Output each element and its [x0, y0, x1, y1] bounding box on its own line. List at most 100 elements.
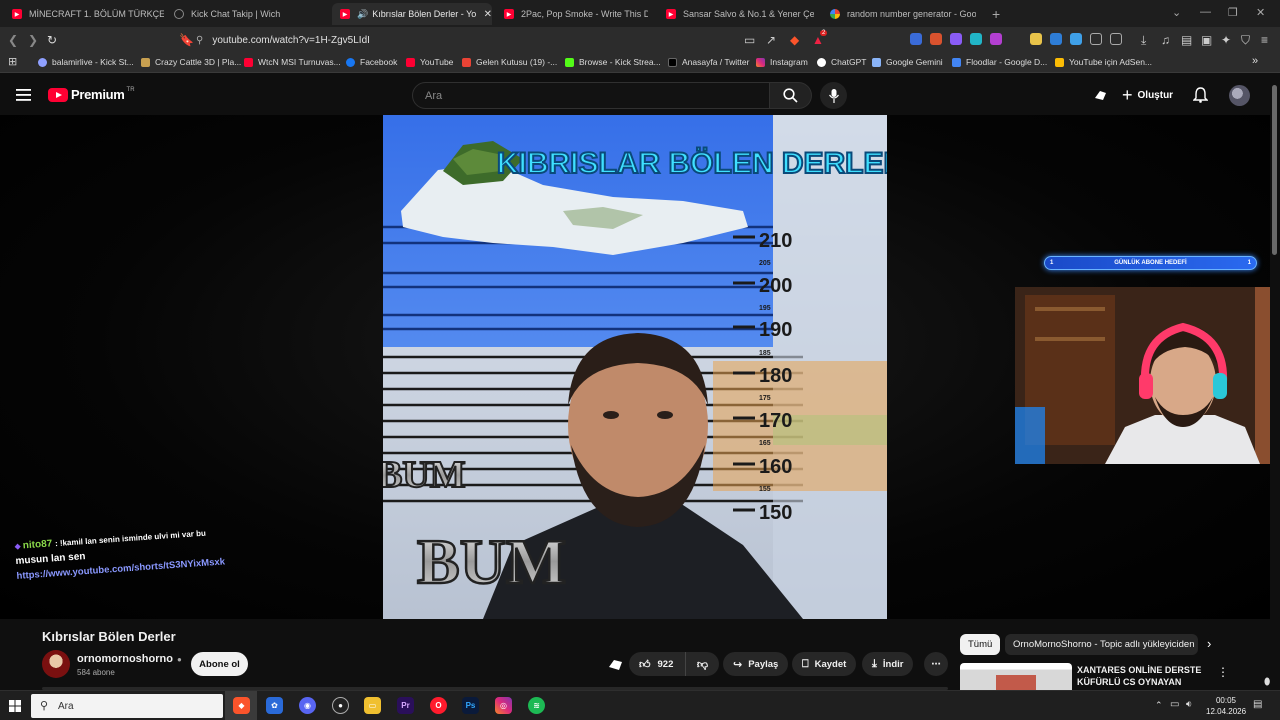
- browser-tab[interactable]: ▶ 2Pac, Pop Smoke - Write This Down: [498, 3, 648, 25]
- tray-chevron-icon[interactable]: ⌃: [1155, 700, 1163, 711]
- forward-icon[interactable]: ❯: [28, 33, 38, 47]
- download-button[interactable]: ⤓ İndir: [862, 652, 914, 676]
- more-bookmarks-icon[interactable]: »: [1252, 55, 1258, 67]
- windows-start-icon[interactable]: [9, 700, 21, 712]
- browser-tab[interactable]: Kick Chat Takip | Wich: [170, 3, 328, 25]
- dislike-button[interactable]: 👎︎: [685, 652, 719, 676]
- voice-search-button[interactable]: [820, 82, 847, 109]
- page-scrollbar[interactable]: [1270, 75, 1280, 685]
- extension-icon[interactable]: [1030, 33, 1042, 45]
- share-button[interactable]: ↪ Paylaş: [723, 652, 789, 676]
- spotify-icon[interactable]: ≋: [528, 697, 545, 714]
- premiere-pro-icon[interactable]: Pr: [397, 697, 414, 714]
- back-icon[interactable]: ❮: [8, 33, 18, 47]
- network-icon[interactable]: ▭: [1170, 699, 1179, 710]
- bookmark-item[interactable]: Anasayfa / Twitter: [668, 57, 749, 67]
- search-input[interactable]: Ara: [412, 82, 770, 109]
- extension-icon[interactable]: [1050, 33, 1062, 45]
- restore-icon[interactable]: ❐: [1228, 6, 1238, 19]
- instagram-icon[interactable]: ◎: [495, 697, 512, 714]
- channel-avatar[interactable]: [42, 650, 70, 678]
- wallet-icon[interactable]: ▣: [1201, 33, 1212, 47]
- bookmark-item[interactable]: Browse - Kick Strea...: [565, 57, 661, 67]
- bookmark-item[interactable]: Instagram: [756, 57, 808, 67]
- browser-tab[interactable]: random number generator - Google: [826, 3, 976, 25]
- chip-all[interactable]: Tümü: [960, 634, 1001, 655]
- share-icon[interactable]: ↗: [766, 33, 776, 47]
- clock[interactable]: 00:05 12.04.2026: [1206, 695, 1246, 717]
- extension-icon[interactable]: [910, 33, 922, 45]
- app-icon[interactable]: ✿: [266, 697, 283, 714]
- bell-plus-icon[interactable]: [1093, 88, 1108, 103]
- close-window-icon[interactable]: ✕: [1256, 6, 1265, 19]
- hamburger-menu-icon[interactable]: [16, 88, 32, 102]
- music-icon[interactable]: ♫: [1161, 33, 1170, 47]
- file-explorer-icon[interactable]: ▭: [364, 697, 381, 714]
- download-icon[interactable]: ⤓: [1141, 33, 1146, 48]
- chevron-right-icon[interactable]: ›: [1207, 636, 1211, 651]
- create-button[interactable]: + Oluştur: [1122, 83, 1173, 107]
- bookmark-item[interactable]: Google Gemini: [872, 57, 943, 67]
- bookmark-item[interactable]: Crazy Cattle 3D | Pla...: [141, 57, 241, 67]
- extension-icon[interactable]: [1070, 33, 1082, 45]
- bookmark-item[interactable]: Gelen Kutusu (19) -...: [462, 57, 557, 67]
- brave-shield-icon[interactable]: ◆: [790, 33, 799, 47]
- bookmark-item[interactable]: Floodlar - Google D...: [952, 57, 1047, 67]
- photoshop-icon[interactable]: Ps: [462, 697, 479, 714]
- chip-channel-topic[interactable]: OrnoMornoShorno - Topic adlı yükleyicide…: [1005, 634, 1198, 655]
- bookmark-item[interactable]: YouTube: [406, 57, 453, 67]
- extension-icon[interactable]: [990, 33, 1002, 45]
- youtube-logo[interactable]: Premium TR: [48, 87, 135, 102]
- bookmark-item[interactable]: YouTube için AdSen...: [1055, 57, 1152, 67]
- channel-name[interactable]: ornomornoshorno ●: [77, 653, 182, 665]
- like-button[interactable]: 👍︎ 922: [629, 652, 685, 676]
- volume-icon[interactable]: 🔉︎: [1186, 699, 1192, 710]
- extension-icon[interactable]: [970, 33, 982, 45]
- more-actions-button[interactable]: ⋯: [924, 652, 948, 676]
- bookmark-item[interactable]: WtcN MSI Turnuvas...: [244, 57, 341, 67]
- height-mark: 200: [759, 275, 792, 297]
- browser-tab[interactable]: ▶ Sansar Salvo & No.1 & Yener Çevik &: [662, 3, 814, 25]
- menu-icon[interactable]: ≡: [1261, 33, 1268, 47]
- browser-tab[interactable]: ▶ MİNECRAFT 1. BÖLÜM TÜRKÇE - You: [6, 3, 164, 25]
- close-tab-icon[interactable]: ✕: [484, 9, 492, 20]
- bookmark-item[interactable]: ChatGPT: [817, 57, 866, 67]
- apps-icon[interactable]: ⊞: [8, 55, 17, 68]
- subscribe-button[interactable]: Abone ol: [191, 652, 248, 676]
- extension-icon[interactable]: [930, 33, 942, 45]
- url-field[interactable]: ⚲ youtube.com/watch?v=1H-Zgv5LIdI: [196, 30, 710, 50]
- chevron-down-icon[interactable]: ⌄: [1172, 6, 1181, 19]
- reload-icon[interactable]: ↻: [47, 33, 57, 47]
- bookmark-item[interactable]: Facebook: [346, 57, 397, 67]
- search-button[interactable]: [770, 82, 812, 109]
- vpn-icon[interactable]: ⛉: [1241, 33, 1250, 48]
- create-clip-icon[interactable]: [608, 658, 623, 672]
- save-button[interactable]: ⎕ Kaydet: [792, 652, 857, 676]
- more-vertical-icon[interactable]: ⋮: [1217, 665, 1229, 679]
- notifications-center-icon[interactable]: ▤: [1253, 699, 1262, 710]
- obs-icon[interactable]: ●: [332, 697, 349, 714]
- opera-icon[interactable]: O: [430, 697, 447, 714]
- speaker-icon[interactable]: 🔊: [357, 9, 368, 20]
- video-player[interactable]: 210 200 190 180 170 160 150 205 195 185 …: [0, 115, 1270, 619]
- leo-ai-icon[interactable]: ✦: [1221, 33, 1231, 47]
- tab-title: MİNECRAFT 1. BÖLÜM TÜRKÇE - You: [29, 9, 164, 19]
- browser-tab-active[interactable]: ▶ 🔊 Kıbrıslar Bölen Derler - YouTu ✕: [332, 3, 492, 25]
- panel-icon[interactable]: ▤: [1181, 33, 1192, 47]
- minimize-icon[interactable]: —: [1200, 6, 1211, 18]
- discord-icon[interactable]: ◉: [299, 697, 316, 714]
- cast-icon[interactable]: ▭: [744, 33, 755, 47]
- notifications-icon[interactable]: [1193, 87, 1208, 103]
- bookmark-item[interactable]: balamirlive - Kick St...: [38, 57, 134, 67]
- sidebar-icon[interactable]: [1110, 33, 1122, 45]
- taskbar-search[interactable]: ⚲ Ara: [31, 694, 223, 718]
- bookmark-icon[interactable]: 🔖: [179, 33, 194, 47]
- site-settings-icon[interactable]: ⚲: [196, 35, 203, 46]
- new-tab-icon[interactable]: +: [992, 6, 1000, 22]
- puzzle-icon[interactable]: [1090, 33, 1102, 45]
- account-avatar[interactable]: [1229, 85, 1250, 106]
- recommendation-thumbnail[interactable]: [960, 663, 1072, 690]
- brave-browser-icon[interactable]: ◆: [233, 697, 250, 714]
- extension-icon[interactable]: [950, 33, 962, 45]
- scrollbar-thumb[interactable]: [1272, 85, 1277, 255]
